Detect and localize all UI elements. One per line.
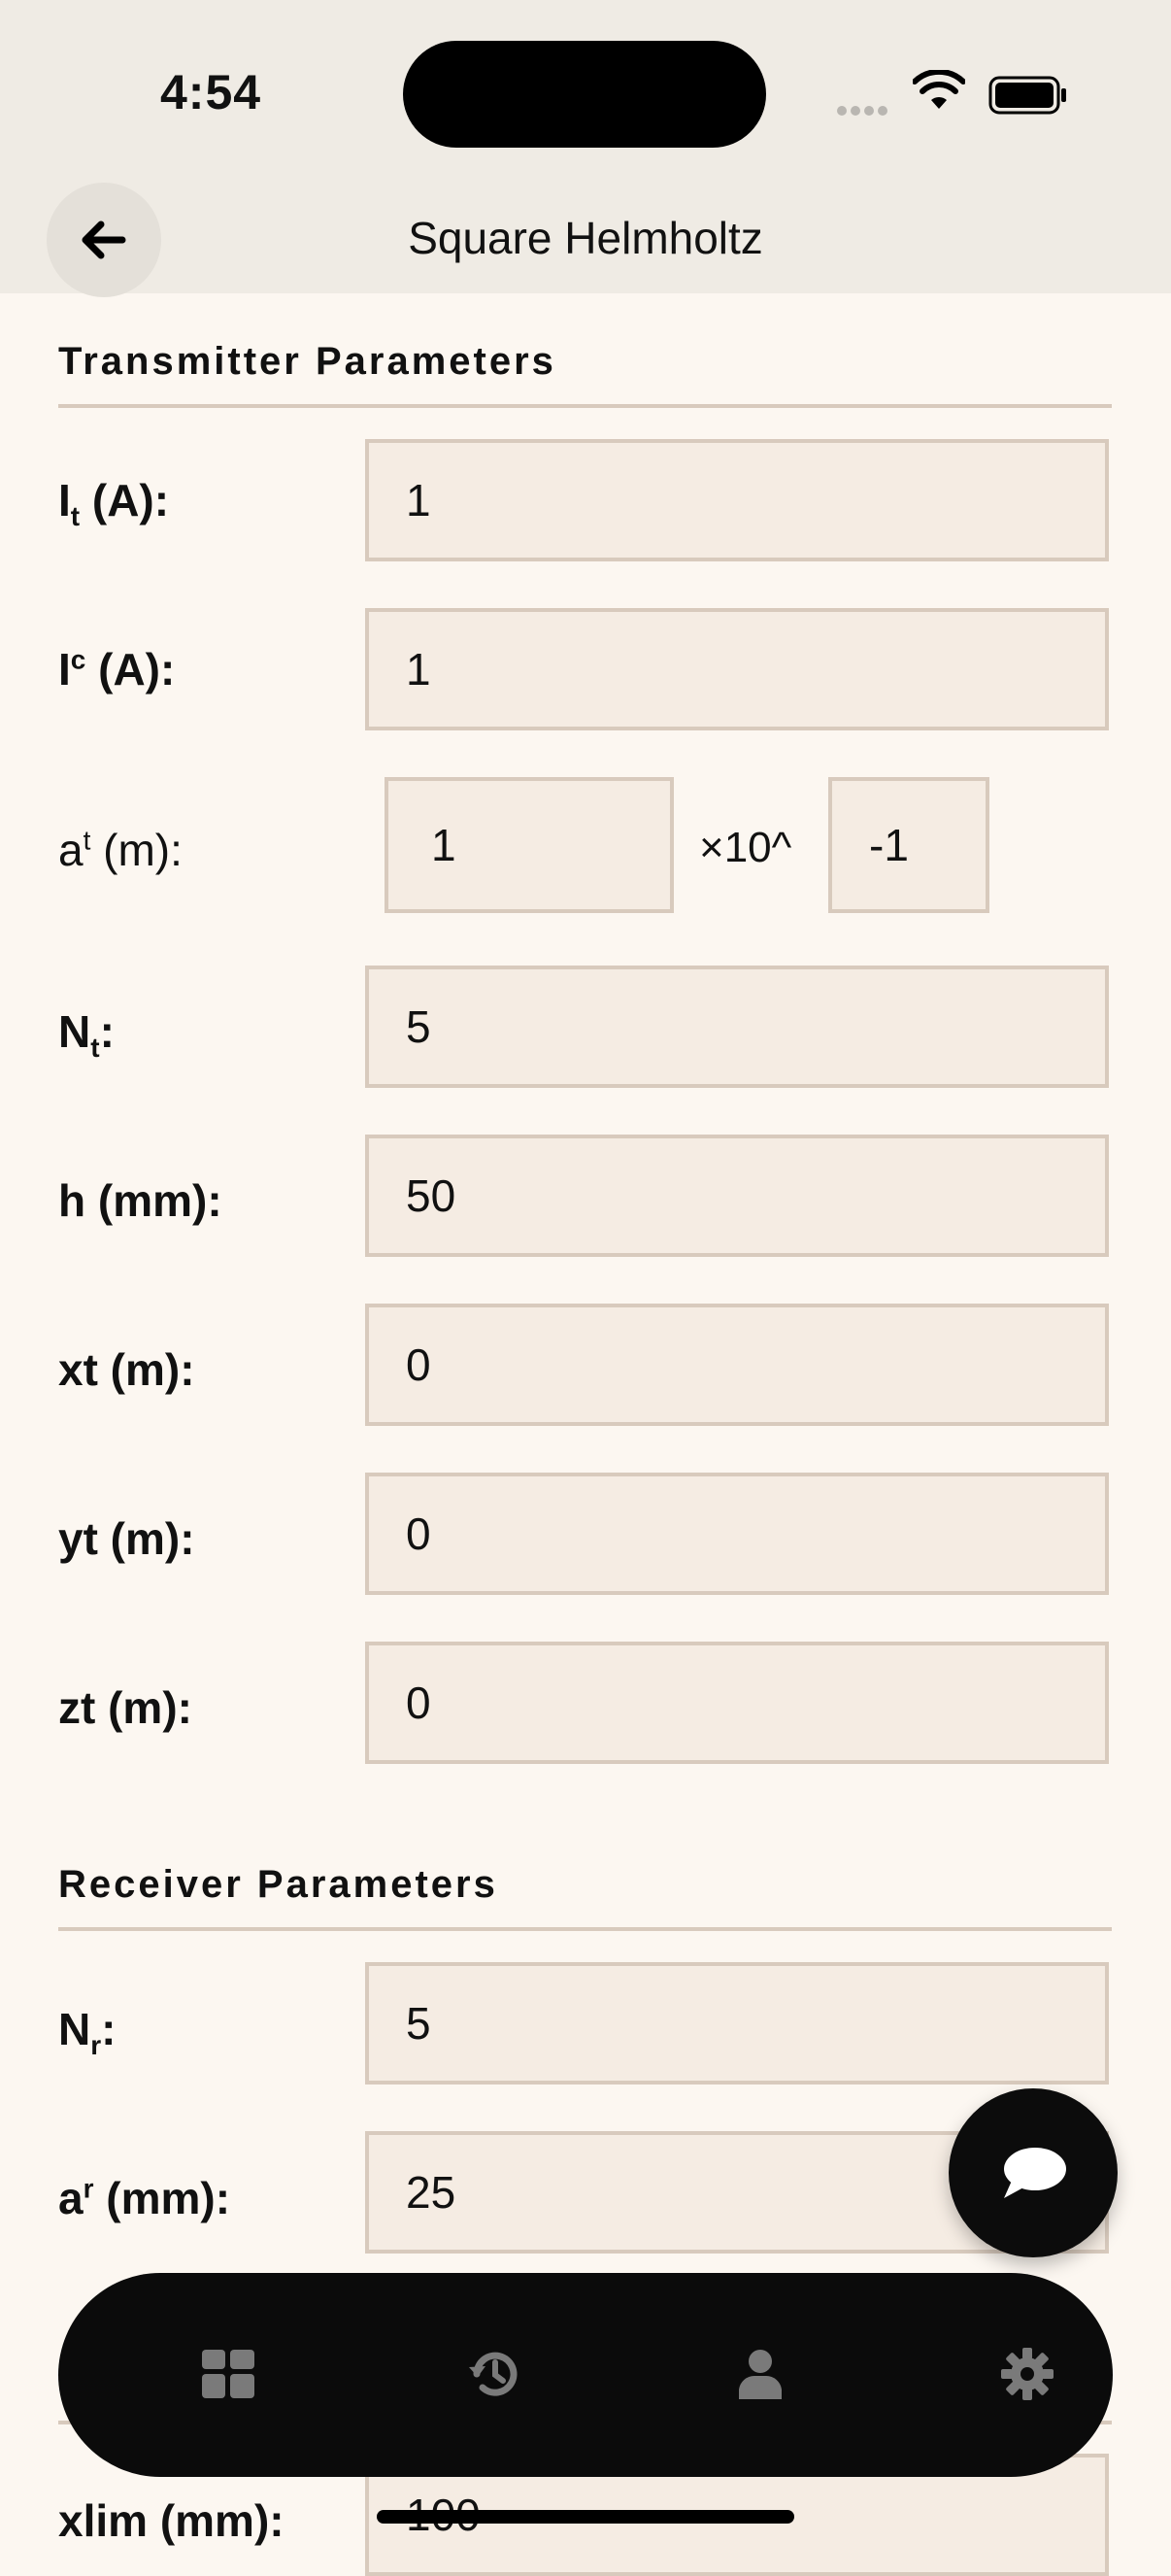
navigation-bar: Square Helmholtz — [0, 177, 1171, 297]
xt-input[interactable]: 0 — [365, 1304, 1109, 1426]
history-icon — [469, 2352, 518, 2396]
xlim-label: xlim (mm): — [58, 2495, 284, 2546]
xt-label: xt (m): — [58, 1344, 195, 1395]
chat-bubble-icon — [1004, 2148, 1066, 2198]
bottom-tab-bar — [58, 2273, 1113, 2477]
h-label: h (mm): — [58, 1175, 222, 1226]
section-divider — [58, 1927, 1112, 1931]
tab-settings[interactable] — [998, 2345, 1056, 2403]
tab-profile[interactable] — [731, 2345, 789, 2403]
section-divider — [58, 404, 1112, 408]
ic-label: Ic (A): — [58, 644, 176, 695]
nt-label: Nt: — [58, 1006, 115, 1064]
zt-label: zt (m): — [58, 1682, 192, 1733]
nr-input[interactable]: 5 — [365, 1962, 1109, 2085]
tab-dashboard[interactable] — [199, 2345, 257, 2403]
dynamic-island — [403, 41, 766, 148]
zt-input[interactable]: 0 — [365, 1642, 1109, 1764]
at-exponent-input[interactable]: -1 — [828, 777, 989, 913]
receiver-section-title: Receiver Parameters — [58, 1863, 498, 1906]
yt-input[interactable]: 0 — [365, 1473, 1109, 1595]
gear-icon — [1001, 2348, 1054, 2400]
status-bar: 4:54 — [0, 0, 1171, 177]
transmitter-section-title: Transmitter Parameters — [58, 340, 556, 383]
yt-label: yt (m): — [58, 1513, 195, 1564]
chat-button[interactable] — [949, 2088, 1118, 2257]
it-input[interactable]: 1 — [365, 439, 1109, 561]
at-mantissa-input[interactable]: 1 — [385, 777, 674, 913]
battery-icon — [988, 76, 1068, 119]
dashboard-icon — [202, 2350, 254, 2398]
ar-label: ar (mm): — [58, 2173, 231, 2223]
tab-history[interactable] — [466, 2345, 524, 2403]
it-label: It (A): — [58, 475, 170, 532]
times-ten-label: ×10^ — [699, 824, 792, 871]
at-label: at (m): — [58, 825, 183, 875]
wifi-icon — [912, 68, 966, 116]
h-input[interactable]: 50 — [365, 1135, 1109, 1257]
user-icon — [739, 2350, 782, 2399]
ic-input[interactable]: 1 — [365, 608, 1109, 730]
page-title: Square Helmholtz — [408, 213, 763, 263]
nt-input[interactable]: 5 — [365, 966, 1109, 1088]
status-time: 4:54 — [160, 65, 262, 119]
home-indicator — [377, 2510, 794, 2524]
cellular-signal-icon — [837, 103, 891, 120]
nr-label: Nr: — [58, 2004, 117, 2061]
